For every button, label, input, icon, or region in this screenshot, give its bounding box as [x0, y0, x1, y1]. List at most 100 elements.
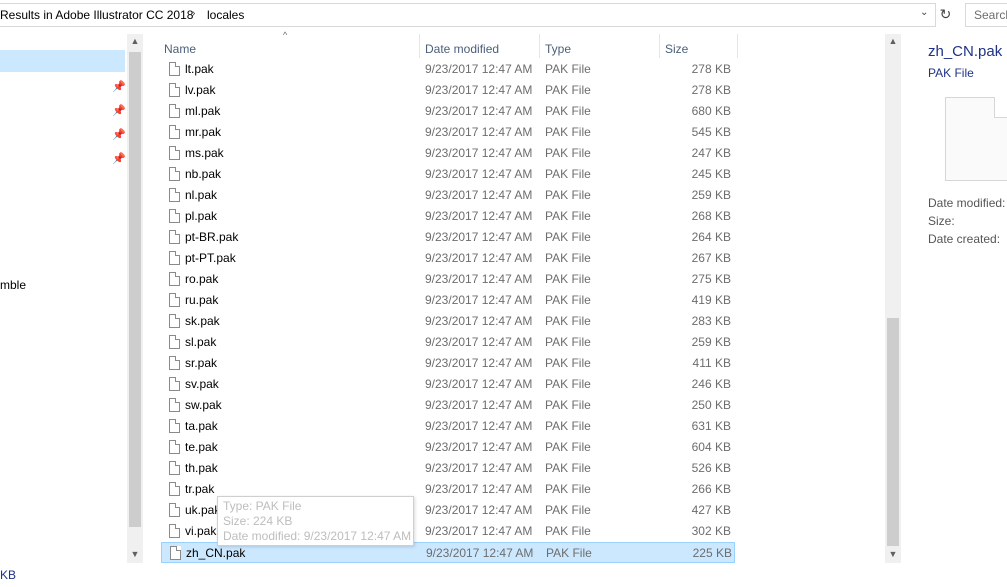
address-dropdown-icon[interactable]: ⌄ — [920, 7, 928, 18]
table-row[interactable]: mr.pak 9/23/2017 12:47 AM PAK File 545 KB — [161, 122, 735, 143]
file-size: 278 KB — [691, 62, 731, 76]
file-size: 419 KB — [691, 293, 731, 307]
table-row[interactable]: lv.pak 9/23/2017 12:47 AM PAK File 278 KB — [161, 80, 735, 101]
file-list-scroll-thumb[interactable] — [887, 318, 899, 546]
table-row[interactable]: sl.pak 9/23/2017 12:47 AM PAK File 259 KB — [161, 332, 735, 353]
file-type: PAK File — [545, 146, 591, 160]
nav-selected-item[interactable] — [0, 50, 125, 72]
file-type: PAK File — [545, 503, 591, 517]
table-row[interactable]: ms.pak 9/23/2017 12:47 AM PAK File 247 KB — [161, 143, 735, 164]
refresh-icon[interactable]: ↻ — [935, 3, 955, 27]
address-bar[interactable]: Results in Adobe Illustrator CC 2018 › l… — [0, 3, 937, 27]
file-type: PAK File — [545, 251, 591, 265]
file-size: 245 KB — [691, 167, 731, 181]
file-icon — [169, 83, 180, 97]
pin-icon[interactable]: 📌 — [112, 104, 126, 117]
column-header-name[interactable]: Name — [164, 38, 196, 60]
file-date: 9/23/2017 12:47 AM — [425, 419, 533, 433]
nav-scrollbar[interactable]: ▲ ▼ — [127, 34, 143, 563]
file-name: lt.pak — [185, 62, 214, 76]
table-row[interactable]: ml.pak 9/23/2017 12:47 AM PAK File 680 KB — [161, 101, 735, 122]
file-date: 9/23/2017 12:47 AM — [425, 440, 533, 454]
scroll-down-arrow-icon[interactable]: ▼ — [127, 549, 143, 559]
file-size: 247 KB — [691, 146, 731, 160]
table-row[interactable]: nl.pak 9/23/2017 12:47 AM PAK File 259 KB — [161, 185, 735, 206]
table-row[interactable]: pt-BR.pak 9/23/2017 12:47 AM PAK File 264 K… — [161, 227, 735, 248]
table-row[interactable]: lt.pak 9/23/2017 12:47 AM PAK File 278 KB — [161, 59, 735, 80]
file-icon — [169, 104, 180, 118]
file-type: PAK File — [545, 188, 591, 202]
file-size: 275 KB — [691, 272, 731, 286]
file-date: 9/23/2017 12:47 AM — [425, 377, 533, 391]
table-row[interactable]: sv.pak 9/23/2017 12:47 AM PAK File 246 KB — [161, 374, 735, 395]
tooltip-type: Type: PAK File — [223, 499, 302, 513]
column-divider[interactable] — [659, 34, 660, 58]
file-icon — [169, 440, 180, 454]
file-date: 9/23/2017 12:47 AM — [425, 398, 533, 412]
file-date: 9/23/2017 12:47 AM — [425, 62, 533, 76]
pin-icon[interactable]: 📌 — [112, 128, 126, 141]
table-row[interactable]: ta.pak 9/23/2017 12:47 AM PAK File 631 KB — [161, 416, 735, 437]
file-tooltip: Type: PAK File Size: 224 KB Date modifie… — [217, 496, 414, 546]
table-row[interactable]: nb.pak 9/23/2017 12:47 AM PAK File 245 KB — [161, 164, 735, 185]
file-type: PAK File — [545, 209, 591, 223]
breadcrumb-chevron-icon[interactable]: › — [192, 8, 195, 19]
nav-scroll-thumb[interactable] — [129, 52, 141, 527]
table-row[interactable]: pt-PT.pak 9/23/2017 12:47 AM PAK File 267 K… — [161, 248, 735, 269]
breadcrumb-locales[interactable]: locales — [207, 8, 244, 22]
file-name: pt-PT.pak — [185, 251, 236, 265]
table-row[interactable]: ro.pak 9/23/2017 12:47 AM PAK File 275 KB — [161, 269, 735, 290]
file-size: 268 KB — [691, 209, 731, 223]
file-size: 246 KB — [691, 377, 731, 391]
file-type: PAK File — [545, 440, 591, 454]
table-row[interactable]: sk.pak 9/23/2017 12:47 AM PAK File 283 KB — [161, 311, 735, 332]
file-type: PAK File — [545, 272, 591, 286]
file-size: 259 KB — [691, 188, 731, 202]
column-divider[interactable] — [539, 34, 540, 58]
table-row[interactable]: th.pak 9/23/2017 12:47 AM PAK File 526 KB — [161, 458, 735, 479]
table-row[interactable]: sr.pak 9/23/2017 12:47 AM PAK File 411 KB — [161, 353, 735, 374]
file-icon — [169, 209, 180, 223]
pin-icon[interactable]: 📌 — [112, 152, 126, 165]
column-header-size[interactable]: Size — [665, 38, 688, 60]
file-size: 604 KB — [691, 440, 731, 454]
file-date: 9/23/2017 12:47 AM — [425, 83, 533, 97]
file-type: PAK File — [545, 125, 591, 139]
file-size: 680 KB — [691, 104, 731, 118]
pin-icon[interactable]: 📌 — [112, 80, 126, 93]
column-divider[interactable] — [419, 34, 420, 58]
file-icon — [169, 461, 180, 475]
column-divider[interactable] — [737, 34, 738, 58]
file-type: PAK File — [545, 167, 591, 181]
column-header-type[interactable]: Type — [545, 38, 571, 60]
scroll-down-arrow-icon[interactable]: ▼ — [885, 549, 901, 559]
file-name: pt-BR.pak — [185, 230, 239, 244]
file-icon — [169, 356, 180, 370]
search-input[interactable]: Search — [965, 3, 1007, 27]
file-name: sv.pak — [185, 377, 219, 391]
status-text: KB — [0, 568, 17, 582]
tooltip-size: Size: 224 KB — [223, 514, 293, 528]
table-row[interactable]: ru.pak 9/23/2017 12:47 AM PAK File 419 KB — [161, 290, 735, 311]
file-icon — [170, 546, 181, 560]
table-row[interactable]: te.pak 9/23/2017 12:47 AM PAK File 604 KB — [161, 437, 735, 458]
scroll-up-arrow-icon[interactable]: ▲ — [127, 36, 143, 46]
file-icon — [169, 335, 180, 349]
file-name: sw.pak — [185, 398, 222, 412]
navigation-pane: 📌 📌 📌 📌 mble — [0, 34, 127, 563]
file-name: zh_CN.pak — [186, 546, 246, 560]
table-row[interactable]: sw.pak 9/23/2017 12:47 AM PAK File 250 KB — [161, 395, 735, 416]
table-row[interactable]: pl.pak 9/23/2017 12:47 AM PAK File 268 KB — [161, 206, 735, 227]
file-name: nl.pak — [185, 188, 218, 202]
file-size: 302 KB — [691, 524, 731, 538]
file-list-scrollbar[interactable]: ▲ ▼ — [885, 34, 901, 563]
file-date: 9/23/2017 12:47 AM — [425, 314, 533, 328]
nav-item-partial[interactable]: mble — [0, 278, 26, 292]
file-icon — [169, 419, 180, 433]
breadcrumb-search-results[interactable]: Results in Adobe Illustrator CC 2018 — [0, 8, 193, 22]
file-name: uk.pak — [185, 503, 221, 517]
preview-file-name: zh_CN.pak — [928, 43, 1003, 60]
column-header-date[interactable]: Date modified — [425, 38, 499, 60]
scroll-up-arrow-icon[interactable]: ▲ — [885, 36, 901, 46]
file-date: 9/23/2017 12:47 AM — [425, 293, 533, 307]
